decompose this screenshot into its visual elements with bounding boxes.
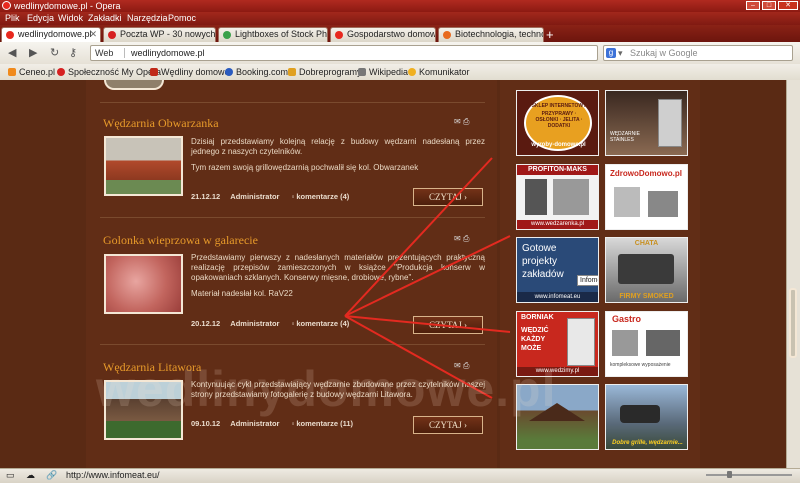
vertical-scrollbar[interactable]	[786, 80, 800, 468]
tab-label: wedlinydomowe.pl	[18, 29, 92, 39]
dobreprogramy-icon	[288, 68, 296, 76]
new-tab-button[interactable]: +	[546, 28, 554, 41]
arrow-line	[344, 157, 493, 317]
search-placeholder: Szukaj w Google	[630, 48, 698, 58]
reload-icon[interactable]: ↻	[50, 46, 59, 59]
menu-item-tools[interactable]: Narzędzia	[127, 13, 168, 23]
zoom-slider-knob[interactable]	[727, 471, 732, 478]
tab-label: Gospodarstwo domow...	[347, 29, 436, 39]
status-bar: ▭ ☁ 🔗 http://www.infomeat.eu/	[0, 468, 800, 483]
bookmark-dobreprogramy[interactable]: Dobreprogramy	[288, 67, 362, 77]
bookmark-komunikator[interactable]: Komunikator	[408, 67, 470, 77]
zoom-slider[interactable]	[706, 474, 792, 476]
menu-bar: Plik Edycja Widok Zakładki Narzędzia Pom…	[0, 12, 800, 25]
window-controls: – □ ✕	[746, 1, 798, 10]
tab-close-icon[interactable]: ✕	[89, 28, 97, 41]
tab-lightboxes[interactable]: Lightboxes of Stock Ph...	[218, 27, 328, 42]
search-dropdown-icon[interactable]: ▾	[618, 48, 623, 59]
forward-icon[interactable]: ▶	[29, 46, 37, 59]
bookmark-ceneo[interactable]: Ceneo.pl	[8, 67, 55, 77]
web-label: Web	[95, 48, 114, 58]
bookmark-booking[interactable]: Booking.com	[225, 67, 288, 77]
status-url: http://www.infomeat.eu/	[66, 470, 160, 480]
opera-icon	[57, 68, 65, 76]
link-icon: 🔗	[46, 470, 58, 480]
page-viewport: Wędzarnia Obwarzanka ✉ ⎙ Dzisiaj przedst…	[0, 80, 800, 468]
wedliny-icon	[150, 68, 158, 76]
address-field[interactable]: Web wedlinydomowe.pl	[90, 45, 598, 61]
key-icon[interactable]: ⚷	[69, 46, 77, 59]
panel-toggle-icon[interactable]: ▭	[6, 470, 15, 481]
tab-biotechnologia[interactable]: Biotechnologia, techno...	[438, 27, 544, 42]
minimize-icon[interactable]: –	[746, 1, 760, 10]
booking-icon	[225, 68, 233, 76]
maximize-icon[interactable]: □	[762, 1, 776, 10]
menu-item-bookmarks[interactable]: Zakładki	[88, 13, 122, 23]
komunikator-icon	[408, 68, 416, 76]
navigation-toolbar: ◀ ▶ ↻ ⚷ Web wedlinydomowe.pl g ▾ Szukaj …	[0, 42, 800, 65]
bookmark-my-opera[interactable]: Społeczność My Opera	[57, 67, 161, 77]
menu-item-edit[interactable]: Edycja	[27, 13, 54, 23]
tab-wedlinydomowe[interactable]: wedlinydomowe.pl ✕	[1, 27, 101, 42]
opera-logo-icon	[2, 1, 11, 10]
stock-favicon-icon	[223, 31, 231, 39]
bookmark-wikipedia[interactable]: Wikipedia	[358, 67, 408, 77]
site-favicon-icon	[443, 31, 451, 39]
tab-label: Biotechnologia, techno...	[455, 29, 544, 39]
bookmarks-bar: Ceneo.pl Społeczność My Opera Wędliny do…	[0, 64, 800, 81]
search-field[interactable]: g ▾ Szukaj w Google	[603, 45, 793, 61]
opera-favicon-icon	[335, 31, 343, 39]
tab-label: Lightboxes of Stock Ph...	[235, 29, 328, 39]
tab-poczta-wp[interactable]: Poczta WP - 30 nowych	[103, 27, 216, 42]
watermark: wedlinydomowe.pl	[96, 361, 557, 417]
tab-gospodarstwo[interactable]: Gospodarstwo domow...	[330, 27, 436, 42]
wikipedia-icon	[358, 68, 366, 76]
close-icon[interactable]: ✕	[778, 1, 798, 10]
bookmark-wedliny[interactable]: Wędliny domowe	[150, 67, 230, 77]
wp-favicon-icon	[108, 31, 116, 39]
menu-item-file[interactable]: Plik	[5, 13, 20, 23]
window-titlebar: wedlinydomowe.pl - Opera – □ ✕	[0, 0, 800, 12]
tab-label: Poczta WP - 30 nowych	[120, 29, 216, 39]
opera-favicon-icon	[6, 31, 14, 39]
tab-bar: wedlinydomowe.pl ✕ Poczta WP - 30 nowych…	[0, 25, 800, 42]
ceneo-icon	[8, 68, 16, 76]
url-text[interactable]: wedlinydomowe.pl	[131, 48, 205, 58]
scrollbar-thumb[interactable]	[789, 288, 797, 358]
arrow-line	[344, 235, 511, 317]
window-title: wedlinydomowe.pl - Opera	[14, 1, 121, 11]
turbo-icon[interactable]: ☁	[26, 470, 35, 481]
menu-item-view[interactable]: Widok	[58, 13, 83, 23]
google-icon[interactable]: g	[606, 48, 616, 58]
menu-item-help[interactable]: Pomoc	[168, 13, 196, 23]
back-icon[interactable]: ◀	[8, 46, 16, 59]
